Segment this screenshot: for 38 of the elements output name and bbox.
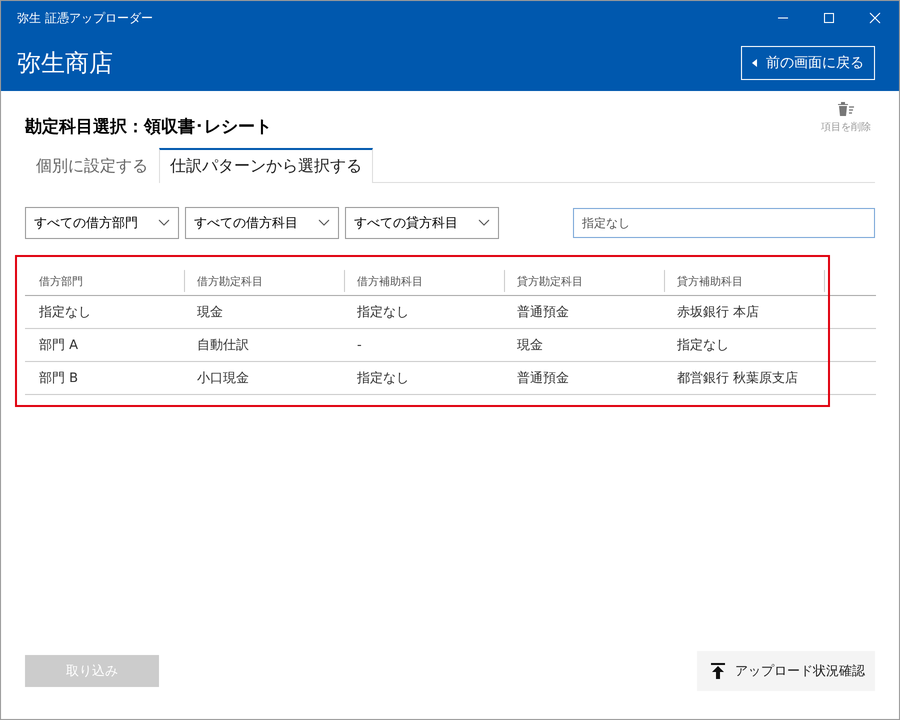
table-cell-text: 指定なし [676,337,730,354]
caret-icon [752,59,758,67]
table-cell-text: 赤坂銀行 本店 [676,304,760,321]
back-button[interactable]: 前の画面に戻る [741,46,875,80]
column-header[interactable]: 借方部門 [25,270,185,292]
table-cell-text: 部門 A [38,337,80,354]
search-field[interactable]: 指定なし [573,208,875,238]
column-header[interactable]: 貸方補助科目 [665,270,825,292]
filter-dropdown[interactable]: すべての借方科目 [185,207,339,239]
table-cell-text: 小口現金 [196,370,250,387]
shop-name: 弥生商店 [17,48,113,79]
table-cell-text: 普通預金 [516,370,570,387]
table-cell-text: 都営銀行 秋葉原支店 [676,370,800,387]
page-title: 勘定科目選択：領収書･レシート [25,116,272,138]
trash-icon [836,101,856,117]
table-cell-text: 指定なし [356,370,410,387]
table-cell-text: - [356,338,363,352]
close-icon[interactable] [869,12,881,24]
table-cell-text: 現金 [196,304,224,321]
upload-icon [711,663,725,679]
table-cell-text: 現金 [516,337,544,354]
chevron-down-icon [318,219,330,227]
filter-dropdown[interactable]: すべての貸方科目 [345,207,499,239]
column-header[interactable]: 借方勘定科目 [185,270,345,292]
chevron-down-icon [158,219,170,227]
window-title: 弥生 証憑アップローダー [17,10,153,26]
column-header[interactable]: 貸方勘定科目 [505,270,665,292]
tab[interactable]: 仕訳パターンから選択する [159,148,373,183]
table-cell-text: 指定なし [38,304,92,321]
upload-status-button[interactable]: アップロード状況確認 [697,651,875,691]
filter-dropdown[interactable]: すべての借方部門 [25,207,179,239]
column-header[interactable]: 借方補助科目 [345,270,505,292]
table-cell-text: 普通預金 [516,304,570,321]
maximize-icon[interactable] [823,12,835,24]
table-cell-text: 部門 B [38,370,80,387]
table-cell-text: 自動仕訳 [196,337,250,354]
chevron-down-icon [478,219,490,227]
table-cell-text: 指定なし [356,304,410,321]
